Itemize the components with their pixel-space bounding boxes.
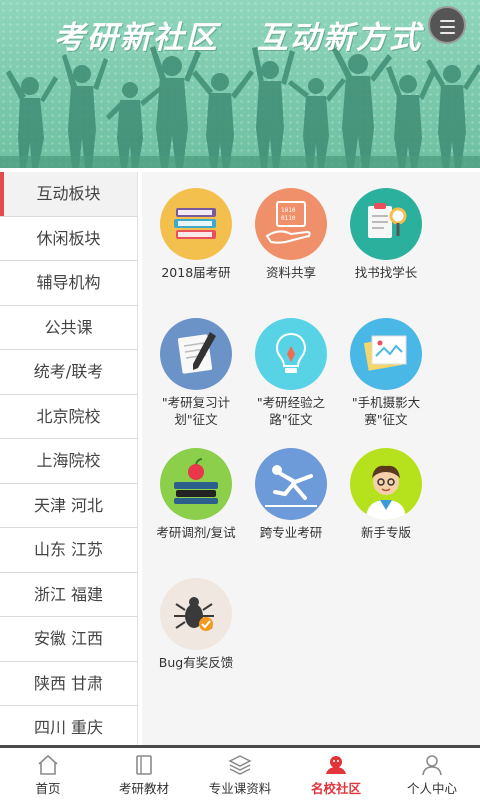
sidebar-item-label: 互动板块 <box>36 184 101 203</box>
sidebar-item-public-courses[interactable]: 公共课 <box>0 305 137 350</box>
book-icon <box>136 755 152 775</box>
sidebar-item-label: 天津 河北 <box>33 495 104 515</box>
tile-label: 2018届考研 <box>161 265 231 280</box>
bottom-navigation: 首页 考研教材 专业课资料 名校社区 个人中心 <box>0 745 480 800</box>
nav-school-community[interactable]: 名校社区 <box>288 748 384 800</box>
sidebar-item-label: 上海院校 <box>36 451 101 470</box>
sidebar-item-label: 浙江 福建 <box>33 584 104 604</box>
nav-label: 名校社区 <box>310 781 361 796</box>
forum-tile-photo-contest-essay[interactable]: "手机摄影大赛"征文 <box>336 318 436 428</box>
forum-tile-newcomer[interactable]: 新手专版 <box>336 448 436 541</box>
nav-label: 考研教材 <box>118 781 169 796</box>
books-icon <box>160 188 232 260</box>
bug-icon <box>160 578 232 650</box>
nav-label: 个人中心 <box>406 781 457 796</box>
apple-books-icon <box>160 448 232 520</box>
nav-home[interactable]: 首页 <box>0 748 96 800</box>
sidebar-item-label: 统考/联考 <box>33 362 104 381</box>
tile-label: "手机摄影大赛"征文 <box>351 395 421 427</box>
nav-major-materials[interactable]: 专业课资料 <box>192 748 288 800</box>
banner-title: 考研新社区 互动新方式 <box>53 20 423 56</box>
home-icon <box>38 754 58 775</box>
hamburger-icon <box>440 20 455 22</box>
sidebar-item-shanghai[interactable]: 上海院校 <box>0 439 137 484</box>
tile-label: 新手专版 <box>360 525 411 540</box>
nav-textbooks[interactable]: 考研教材 <box>96 748 192 800</box>
notebook-pen-icon <box>160 318 232 390</box>
forum-tile-adjustment-retest[interactable]: 考研调剂/复试 <box>146 448 246 541</box>
forum-tile-resource-share[interactable]: 1010 0110 资料共享 <box>241 188 341 281</box>
svg-text:1010: 1010 <box>281 207 296 214</box>
share-hand-icon: 1010 0110 <box>255 188 327 260</box>
tile-label: 资料共享 <box>265 265 316 280</box>
sidebar-item-leisure[interactable]: 休闲板块 <box>0 216 137 261</box>
sidebar-item-shandong-jiangsu[interactable]: 山东 江苏 <box>0 528 137 573</box>
lightbulb-pen-icon <box>255 318 327 390</box>
sidebar-item-label: 四川 重庆 <box>33 718 104 737</box>
clipboard-magnifier-icon <box>350 188 422 260</box>
sidebar-item-label: 安徽 江西 <box>33 629 104 648</box>
tile-label: "考研复习计划"征文 <box>161 395 231 427</box>
sidebar-item-beijing[interactable]: 北京院校 <box>0 394 137 439</box>
tile-label: 考研调剂/复试 <box>156 525 236 540</box>
nav-label: 首页 <box>35 781 61 796</box>
nav-profile[interactable]: 个人中心 <box>384 748 480 800</box>
sidebar-item-tianjin-hebei[interactable]: 天津 河北 <box>0 483 137 528</box>
tile-label: 找书找学长 <box>354 265 418 280</box>
header-banner: 考研新社区 互动新方式 <box>0 0 480 168</box>
forum-tile-experience-essay[interactable]: "考研经验之路"征文 <box>241 318 341 428</box>
sidebar-item-anhui-jiangxi[interactable]: 安徽 江西 <box>0 617 137 662</box>
forum-tile-cross-major[interactable]: 跨专业考研 <box>241 448 341 541</box>
nav-label: 专业课资料 <box>208 781 272 796</box>
sidebar-item-label: 山东 江苏 <box>33 540 104 559</box>
sidebar-item-unified-exam[interactable]: 统考/联考 <box>0 350 137 395</box>
forum-tile-study-plan-essay[interactable]: "考研复习计划"征文 <box>146 318 246 428</box>
sidebar-item-label: 公共课 <box>44 317 93 337</box>
sidebar-item-label: 休闲板块 <box>36 228 101 248</box>
sidebar-item-shaanxi-gansu[interactable]: 陕西 甘肃 <box>0 661 137 706</box>
sidebar-item-label: 北京院校 <box>36 406 101 426</box>
forum-tile-2018[interactable]: 2018届考研 <box>146 188 246 281</box>
hamburger-icon <box>440 26 455 28</box>
user-icon <box>422 755 442 776</box>
menu-button[interactable] <box>428 6 466 44</box>
layers-icon <box>228 755 252 775</box>
forum-grid: 2018届考研 1010 0110 资料共享 找书找学长 "考研复习计划"征文 … <box>142 172 480 745</box>
sidebar-item-label: 辅导机构 <box>36 273 101 292</box>
sidebar-item-zhejiang-fujian[interactable]: 浙江 福建 <box>0 572 137 617</box>
sidebar-item-label: 陕西 甘肃 <box>33 673 104 693</box>
hurdle-runner-icon <box>255 448 327 520</box>
sidebar-item-tutoring[interactable]: 辅导机构 <box>0 261 137 306</box>
forum-tile-bug-feedback[interactable]: Bug有奖反馈 <box>146 578 246 671</box>
tile-label: 跨专业考研 <box>259 525 323 540</box>
sidebar-item-sichuan-chongqing[interactable]: 四川 重庆 <box>0 706 137 745</box>
hamburger-icon <box>440 32 455 34</box>
tile-label: Bug有奖反馈 <box>158 655 234 670</box>
sidebar-item-interactive[interactable]: 互动板块 <box>0 172 137 217</box>
category-sidebar: 互动板块 休闲板块 辅导机构 公共课 统考/联考 北京院校 上海院校 天津 河北… <box>0 172 138 745</box>
community-icon <box>326 756 346 774</box>
svg-text:0110: 0110 <box>281 215 296 222</box>
student-avatar-icon <box>350 448 422 520</box>
forum-tile-find-books[interactable]: 找书找学长 <box>336 188 436 281</box>
tile-label: "考研经验之路"征文 <box>256 395 326 427</box>
photo-map-icon <box>350 318 422 390</box>
